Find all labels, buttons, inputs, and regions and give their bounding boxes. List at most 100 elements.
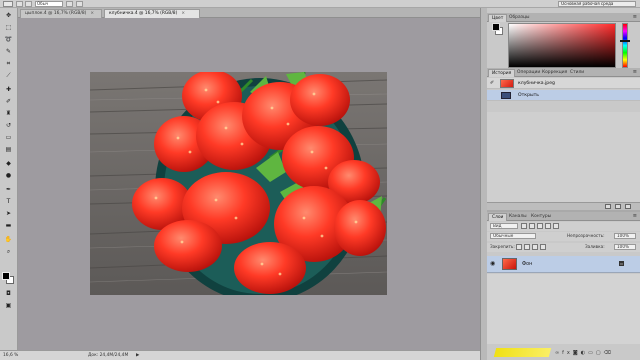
layers-footer-icons: ∞fx◙◐▭▢⌫: [555, 349, 614, 357]
document-info: Док: 24,4M/24,4M: [88, 353, 129, 358]
lock-pixels-icon[interactable]: [524, 244, 530, 250]
panel-menu-icon[interactable]: ≡: [633, 14, 637, 21]
history-state[interactable]: Открыть: [487, 90, 640, 101]
snapshot-icon[interactable]: [615, 204, 621, 209]
eraser-icon[interactable]: ▭: [3, 134, 14, 141]
brush-icon[interactable]: ✐: [3, 98, 14, 105]
history-source-brush-icon[interactable]: ✐: [490, 80, 494, 86]
panel-menu-icon[interactable]: ≡: [633, 69, 637, 76]
filter-type-icon[interactable]: [537, 223, 543, 229]
path-select-icon[interactable]: ➤: [3, 210, 14, 217]
fill-label: Заливка:: [585, 244, 605, 249]
document-tabs: цыплок.4 @ 16,7% (RGB/8) × клубничка.4 @ …: [18, 8, 480, 18]
brush-preset-button[interactable]: [16, 1, 23, 7]
tab-color[interactable]: Цвет: [488, 14, 508, 22]
tab-styles[interactable]: Стили: [567, 69, 587, 77]
color-ramp[interactable]: [508, 23, 616, 68]
close-icon[interactable]: ×: [90, 11, 94, 16]
tab-channels[interactable]: Каналы: [506, 213, 530, 221]
lasso-icon[interactable]: ➰: [3, 36, 14, 43]
options-bar: Обыч Основная рабочая среда: [0, 0, 640, 8]
type-icon[interactable]: T: [3, 198, 14, 205]
layers-list-empty: [487, 274, 640, 344]
history-panel-tabs: История Операции Коррекция Стили ≡: [487, 68, 640, 77]
hue-slider-marker[interactable]: [620, 40, 630, 42]
marquee-icon[interactable]: ⬚: [3, 24, 14, 31]
filter-smart-icon[interactable]: [553, 223, 559, 229]
blend-mode-dropdown[interactable]: Обычные: [490, 233, 536, 239]
tool-preset-picker[interactable]: [3, 1, 13, 7]
new-document-icon[interactable]: [605, 204, 611, 209]
history-snapshot[interactable]: ✐ клубничка.jpeg: [487, 78, 640, 89]
filter-pixel-icon[interactable]: [521, 223, 527, 229]
move-icon[interactable]: ✥: [3, 12, 14, 19]
layer-name[interactable]: Фон: [522, 256, 532, 273]
layers-filter-row: Вид: [487, 222, 640, 231]
history-state-label: Открыть: [518, 93, 539, 98]
pen-icon[interactable]: ✒: [3, 186, 14, 193]
canvas-area[interactable]: [18, 18, 480, 348]
trash-icon[interactable]: [625, 204, 631, 209]
quick-select-icon[interactable]: ✎: [3, 48, 14, 55]
history-brush-icon[interactable]: ↺: [3, 122, 14, 129]
layer-style-icon[interactable]: fx: [562, 350, 573, 356]
new-layer-icon[interactable]: ▢: [596, 350, 604, 356]
panel-dock: Цвет Образцы ≡ История Операции Коррекци…: [487, 8, 640, 360]
stamp-icon[interactable]: ♜: [3, 110, 14, 117]
color-panel-tabs: Цвет Образцы ≡: [487, 13, 640, 22]
doc-tab-label: клубничка.4 @ 16,7% (RGB/8): [109, 11, 178, 16]
close-icon[interactable]: ×: [181, 11, 185, 16]
blur-icon[interactable]: ◆: [3, 160, 14, 167]
visibility-eye-icon[interactable]: ◉: [490, 261, 495, 267]
gradient-icon[interactable]: ▤: [3, 146, 14, 153]
crop-icon[interactable]: ⌗: [3, 60, 14, 67]
panel-menu-icon[interactable]: ≡: [633, 213, 637, 220]
layer-mask-icon[interactable]: ◙: [573, 350, 581, 356]
collapsed-dock: [480, 8, 487, 360]
tab-layers[interactable]: Слои: [488, 213, 508, 221]
filter-shape-icon[interactable]: [545, 223, 551, 229]
group-icon[interactable]: ▭: [588, 350, 596, 356]
tab-adjustments[interactable]: Коррекция: [539, 69, 570, 77]
filter-adjustment-icon[interactable]: [529, 223, 535, 229]
hue-slider[interactable]: [622, 23, 628, 68]
healing-icon[interactable]: ✚: [3, 86, 14, 93]
foreground-color-swatch[interactable]: [2, 272, 10, 280]
layers-lock-row: Закрепить: Заливка: 100%: [487, 243, 640, 252]
layer-thumbnail: [502, 258, 517, 270]
lock-transparency-icon[interactable]: [516, 244, 522, 250]
zoom-level[interactable]: 16,6 %: [3, 351, 23, 360]
color-panel-foreground-swatch[interactable]: [492, 23, 500, 31]
open-document-icon: [501, 92, 511, 99]
lock-all-icon[interactable]: [540, 244, 546, 250]
airbrush-button[interactable]: [66, 1, 73, 7]
screen-mode-icon[interactable]: ▣: [3, 302, 14, 309]
blend-mode-select[interactable]: Обыч: [35, 1, 63, 7]
hand-icon[interactable]: ✋: [3, 236, 14, 243]
workspace-select[interactable]: Основная рабочая среда: [558, 1, 636, 7]
lock-position-icon[interactable]: [532, 244, 538, 250]
layer-row[interactable]: ◉ Фон: [487, 256, 640, 273]
photo-image: [90, 72, 387, 295]
pressure-button[interactable]: [76, 1, 83, 7]
tab-swatches[interactable]: Образцы: [506, 14, 532, 22]
tab-history[interactable]: История: [488, 69, 516, 77]
eyedropper-icon[interactable]: ⟋: [3, 72, 14, 79]
doc-tab-2[interactable]: клубничка.4 @ 16,7% (RGB/8) ×: [104, 9, 200, 18]
doc-tab-1[interactable]: цыплок.4 @ 16,7% (RGB/8) ×: [20, 9, 102, 18]
dodge-icon[interactable]: ●: [3, 172, 14, 179]
layers-panel-tabs: Слои Каналы Контуры ≡: [487, 212, 640, 221]
trash-icon[interactable]: ⌫: [604, 350, 614, 356]
layer-kind-filter[interactable]: Вид: [490, 223, 518, 229]
fill-field[interactable]: 100%: [614, 244, 636, 250]
brush-panel-button[interactable]: [25, 1, 32, 7]
opacity-field[interactable]: 100%: [614, 233, 636, 239]
doc-tab-label: цыплок.4 @ 16,7% (RGB/8): [25, 11, 87, 16]
zoom-icon[interactable]: ⌕: [3, 248, 14, 255]
history-footer: [487, 202, 640, 210]
tab-paths[interactable]: Контуры: [528, 213, 554, 221]
status-menu-icon[interactable]: ▶: [136, 351, 139, 360]
shape-icon[interactable]: ▬: [3, 222, 14, 229]
snapshot-thumbnail: [500, 79, 514, 88]
quick-mask-icon[interactable]: ◘: [3, 290, 14, 297]
